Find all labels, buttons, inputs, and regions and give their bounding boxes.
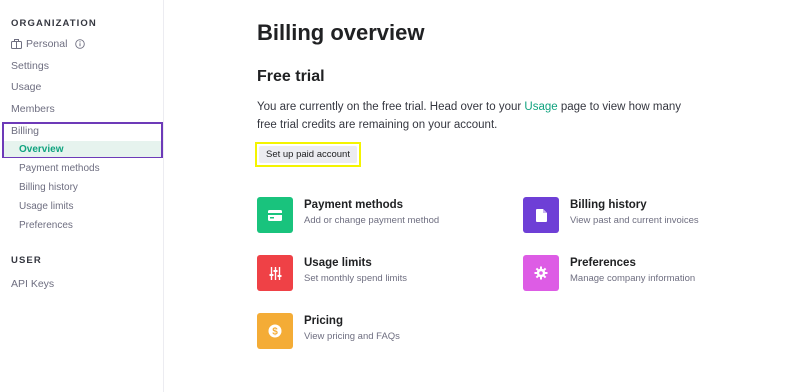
gear-icon — [534, 266, 548, 280]
sidebar-item-usage[interactable]: Usage — [11, 81, 41, 93]
billing-history-card[interactable]: Billing history View past and current in… — [523, 197, 699, 233]
section-title: Free trial — [257, 68, 325, 85]
card-description: Manage company information — [570, 273, 696, 284]
setup-paid-account-button[interactable]: Set up paid account — [259, 146, 357, 163]
payment-methods-tile — [257, 197, 293, 233]
sliders-icon — [269, 266, 282, 280]
card-description: Add or change payment method — [304, 215, 440, 226]
pricing-tile: $ — [257, 313, 293, 349]
card-title: Pricing — [304, 315, 343, 327]
sidebar-item-api-keys[interactable]: API Keys — [11, 278, 54, 290]
card-description: View pricing and FAQs — [304, 331, 400, 342]
pricing-card[interactable]: $ Pricing View pricing and FAQs — [257, 313, 400, 349]
card-title: Payment methods — [304, 199, 404, 211]
user-heading: USER — [11, 255, 42, 266]
usage-limits-card[interactable]: Usage limits Set monthly spend limits — [257, 255, 407, 291]
usage-link[interactable]: Usage — [524, 101, 557, 113]
org-name: Personal — [26, 38, 68, 50]
trial-text-start: You are currently on the free trial. Hea… — [257, 101, 525, 113]
card-title: Billing history — [570, 199, 647, 211]
info-icon[interactable] — [75, 39, 86, 49]
sidebar-item-payment-methods[interactable]: Payment methods — [19, 163, 100, 174]
sidebar-item-billing-history[interactable]: Billing history — [19, 182, 78, 193]
org-selector[interactable]: Personal — [11, 38, 86, 50]
preferences-card[interactable]: Preferences Manage company information — [523, 255, 695, 291]
sidebar: ORGANIZATION Personal Settings Usage Mem… — [0, 0, 164, 392]
payment-methods-card[interactable]: Payment methods Add or change payment me… — [257, 197, 439, 233]
sidebar-item-usage-limits[interactable]: Usage limits — [19, 201, 73, 212]
trial-description: You are currently on the free trial. Hea… — [257, 98, 697, 134]
card-title: Preferences — [570, 257, 636, 269]
sidebar-item-billing[interactable]: Billing — [11, 125, 39, 137]
sidebar-item-settings[interactable]: Settings — [11, 60, 49, 72]
sidebar-item-preferences[interactable]: Preferences — [19, 220, 73, 231]
preferences-tile — [523, 255, 559, 291]
document-icon — [535, 208, 547, 222]
billing-history-tile — [523, 197, 559, 233]
briefcase-icon — [11, 39, 22, 49]
card-description: Set monthly spend limits — [304, 273, 407, 284]
page-title: Billing overview — [257, 20, 425, 45]
card-title: Usage limits — [304, 257, 372, 269]
sidebar-item-members[interactable]: Members — [11, 103, 55, 115]
card-description: View past and current invoices — [570, 215, 699, 226]
sidebar-item-overview[interactable]: Overview — [19, 144, 63, 155]
svg-text:$: $ — [272, 327, 278, 338]
credit-card-icon — [268, 209, 282, 221]
usage-limits-tile — [257, 255, 293, 291]
organization-heading: ORGANIZATION — [11, 18, 97, 29]
dollar-icon: $ — [268, 324, 282, 338]
